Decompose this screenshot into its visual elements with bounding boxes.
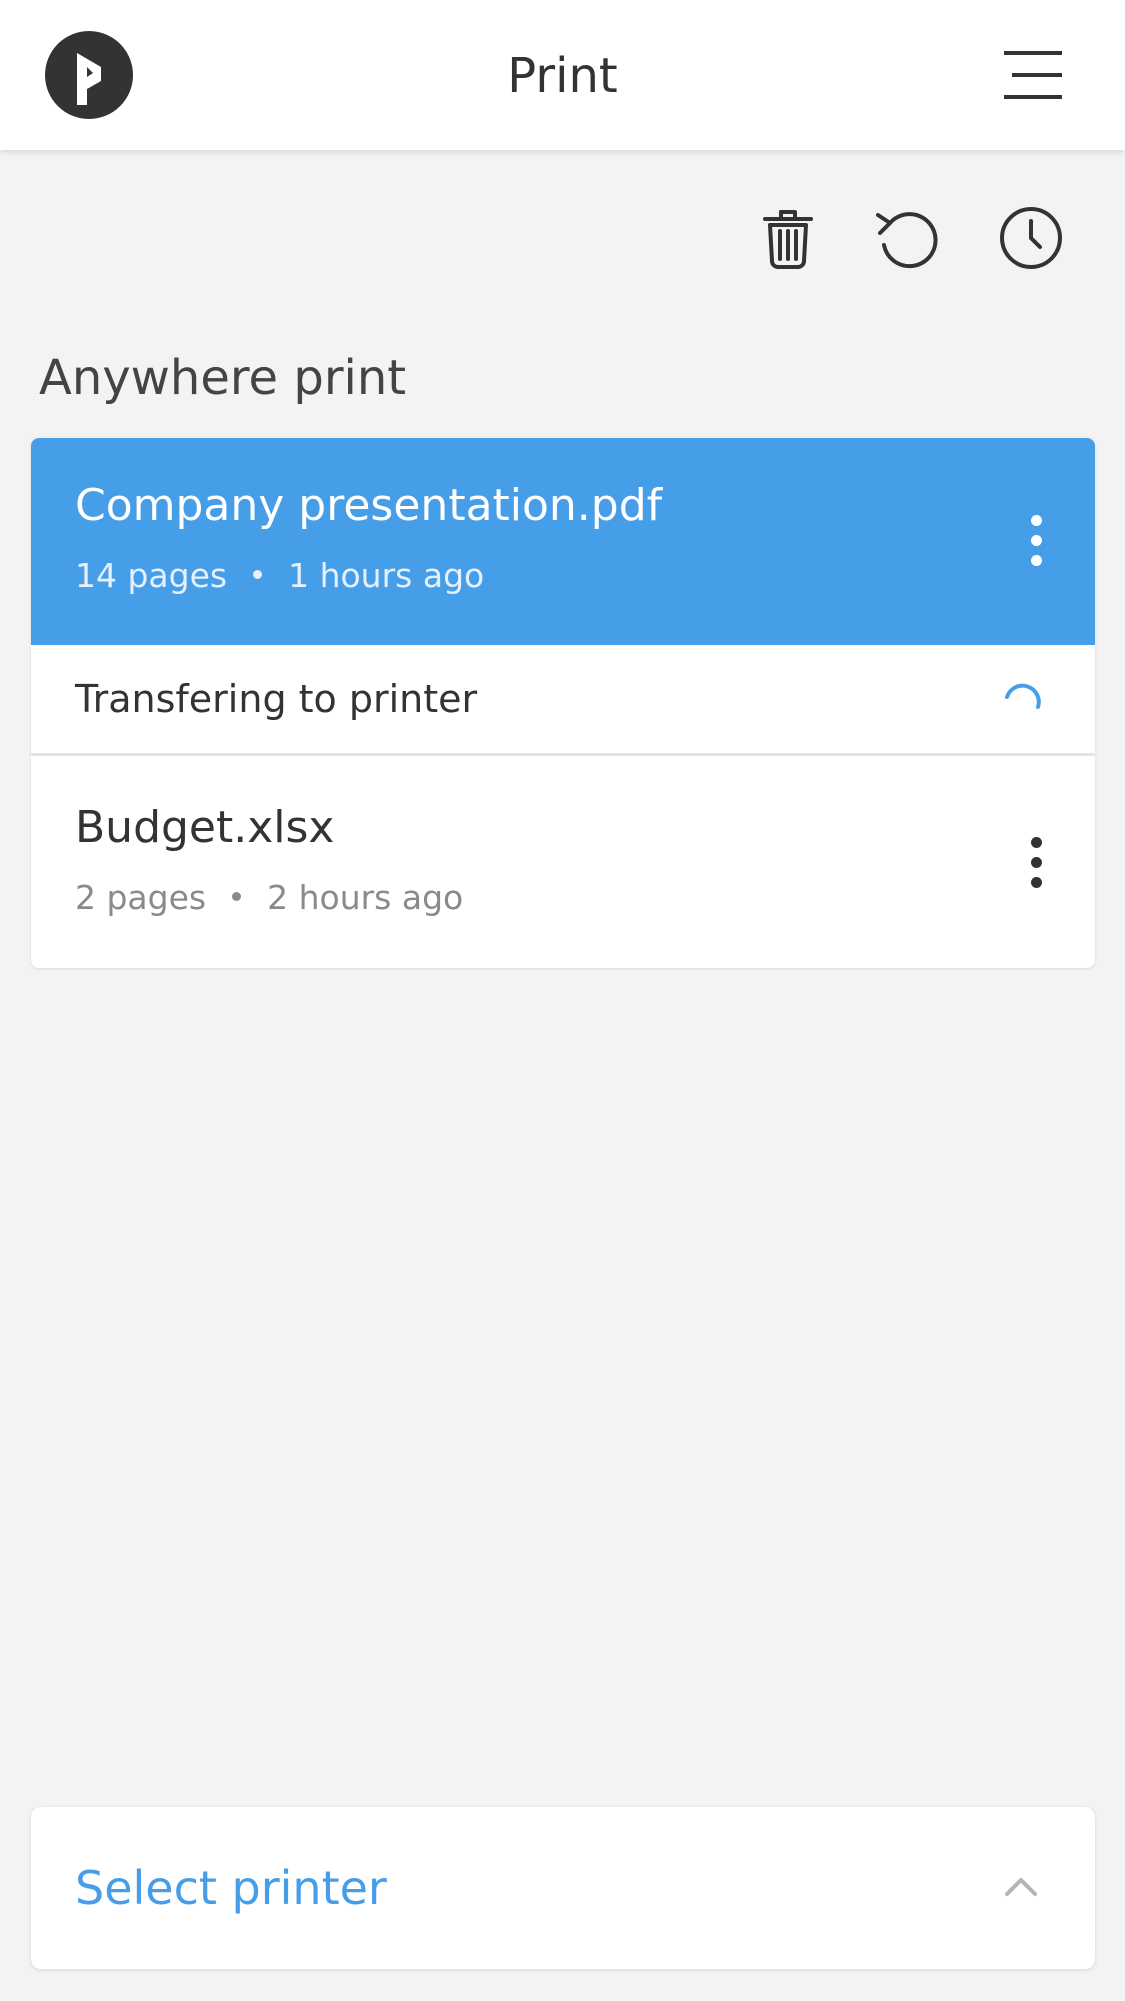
print-jobs-card: Company presentation.pdf 14 pages 1 hours… <box>31 438 1095 968</box>
job-name: Budget.xlsx <box>75 802 335 853</box>
job-time: 1 hours ago <box>288 556 485 595</box>
clock-icon[interactable] <box>996 203 1066 273</box>
refresh-icon[interactable] <box>872 203 942 273</box>
select-printer-label: Select printer <box>75 1861 387 1915</box>
hamburger-menu-icon[interactable] <box>998 45 1068 105</box>
job-pages: 2 pages <box>75 878 207 917</box>
spinner-icon <box>1005 683 1041 709</box>
kebab-menu-icon[interactable] <box>1021 828 1051 898</box>
job-meta: 14 pages 1 hours ago <box>75 556 484 596</box>
job-status-text: Transfering to printer <box>75 677 478 721</box>
print-job-item[interactable]: Budget.xlsx 2 pages 2 hours ago <box>31 756 1095 968</box>
app-header: Print <box>0 0 1125 150</box>
job-time: 2 hours ago <box>267 878 464 917</box>
job-pages: 14 pages <box>75 556 228 595</box>
separator-dot <box>232 892 242 901</box>
job-meta: 2 pages 2 hours ago <box>75 878 463 918</box>
select-printer-panel[interactable]: Select printer <box>31 1807 1095 1969</box>
trash-icon[interactable] <box>753 203 823 273</box>
section-title: Anywhere print <box>39 350 407 406</box>
job-status-row: Transfering to printer <box>31 645 1095 756</box>
chevron-up-icon[interactable] <box>1001 1867 1041 1907</box>
kebab-menu-icon[interactable] <box>1021 506 1051 576</box>
separator-dot <box>253 570 263 579</box>
job-name: Company presentation.pdf <box>75 480 663 531</box>
print-job-item[interactable]: Company presentation.pdf 14 pages 1 hours… <box>31 438 1095 645</box>
page-title: Print <box>507 48 618 104</box>
